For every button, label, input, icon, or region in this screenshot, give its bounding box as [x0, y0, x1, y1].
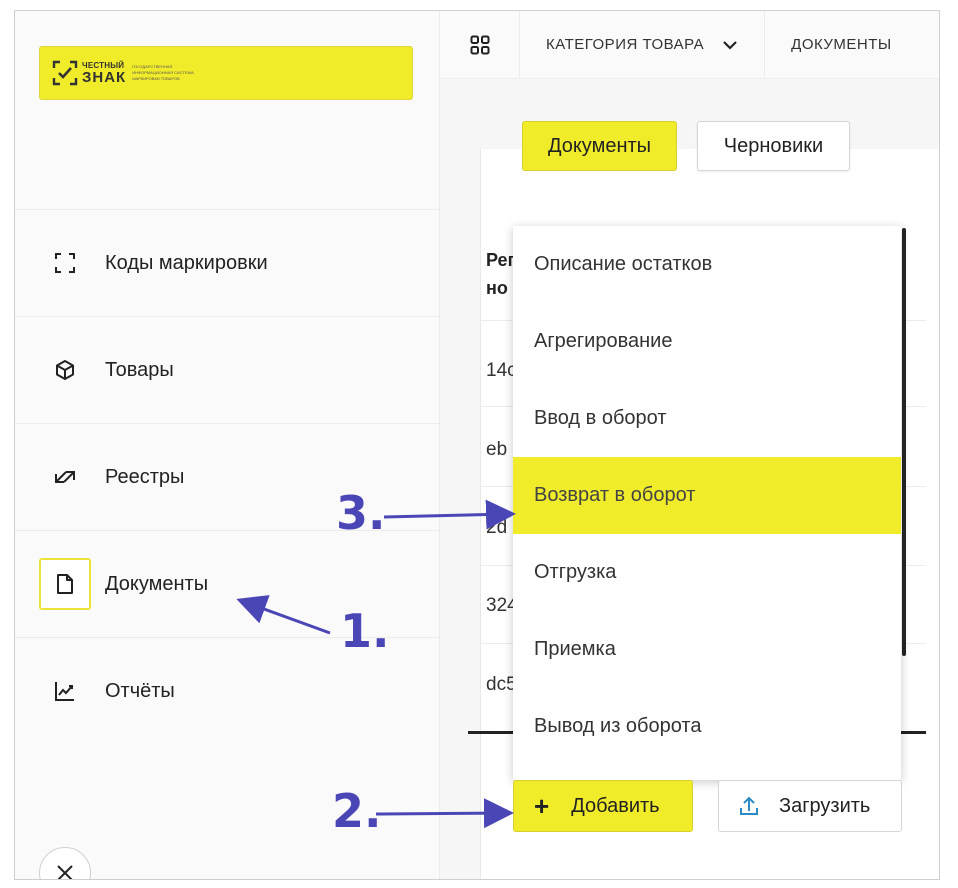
- logo[interactable]: ЧЕСТНЫЙ ЗНАК ГОСУДАРСТВЕННАЯ ИНФОРМАЦИОН…: [39, 46, 413, 100]
- table-header-line: но: [486, 278, 508, 298]
- upload-icon: [740, 796, 758, 815]
- add-document-menu: Описание остатков Агрегирование Ввод в о…: [513, 226, 901, 780]
- menu-item-introduce-circulation[interactable]: Ввод в оборот: [513, 380, 901, 457]
- tab-documents[interactable]: ДОКУМЕНТЫ: [765, 11, 918, 78]
- tab-drafts-button[interactable]: Черновики: [697, 121, 850, 171]
- logo-text: ЧЕСТНЫЙ ЗНАК: [82, 61, 127, 86]
- upload-button[interactable]: Загрузить: [718, 780, 902, 832]
- chevron-down-icon: [723, 40, 737, 50]
- table-header-line: Рег: [486, 250, 516, 270]
- logo-tagline-line: ИНФОРМАЦИОННАЯ СИСТЕМА: [132, 70, 194, 75]
- scan-frame-icon: [39, 237, 91, 289]
- document-icon: [39, 558, 91, 610]
- add-button-label: Добавить: [571, 794, 660, 817]
- menu-item-remains-description[interactable]: Описание остатков: [513, 226, 901, 303]
- sidebar-item-label: Документы: [105, 572, 209, 595]
- logo-brand-main: ЗНАК: [82, 68, 127, 86]
- plus-icon: +: [534, 791, 550, 821]
- apps-grid-button[interactable]: [440, 11, 520, 78]
- top-bar: КАТЕГОРИЯ ТОВАРА ДОКУМЕНТЫ: [440, 11, 939, 79]
- add-button[interactable]: + Добавить: [513, 780, 693, 832]
- annotation-step-2: 2.: [332, 784, 382, 838]
- logo-tagline-line: ГОСУДАРСТВЕННАЯ: [132, 64, 173, 69]
- close-icon: [57, 865, 73, 879]
- table-row[interactable]: 2d: [486, 517, 507, 539]
- sidebar-item-label: Реестры: [105, 465, 185, 488]
- upload-button-label: Загрузить: [779, 794, 871, 817]
- sidebar-item-marking-codes[interactable]: Коды маркировки: [15, 209, 440, 316]
- menu-item-acceptance[interactable]: Приемка: [513, 611, 901, 688]
- sidebar-item-label: Отчёты: [105, 679, 175, 702]
- tab-documents-button[interactable]: Документы: [522, 121, 677, 171]
- box-icon: [39, 344, 91, 396]
- table-header: Рег но: [486, 246, 515, 302]
- logo-check-icon: [52, 60, 78, 86]
- category-label: КАТЕГОРИЯ ТОВАРА: [546, 36, 705, 53]
- menu-item-return-circulation[interactable]: Возврат в оборот: [513, 457, 901, 534]
- sidebar: ЧЕСТНЫЙ ЗНАК ГОСУДАРСТВЕННАЯ ИНФОРМАЦИОН…: [15, 11, 440, 879]
- grid-icon: [470, 35, 489, 54]
- annotation-step-1: 1.: [340, 604, 390, 658]
- chart-icon: [39, 665, 91, 717]
- sidebar-nav: Коды маркировки Товары Реестры Документы: [15, 209, 440, 744]
- sidebar-item-goods[interactable]: Товары: [15, 316, 440, 423]
- close-button[interactable]: [39, 847, 91, 879]
- logo-tagline-line: МАРКИРОВКИ ТОВАРОВ: [132, 76, 180, 81]
- table-row[interactable]: eb: [486, 439, 507, 461]
- sidebar-item-label: Товары: [105, 358, 174, 381]
- annotation-step-3: 3.: [336, 486, 386, 540]
- sidebar-item-label: Коды маркировки: [105, 251, 268, 274]
- menu-item-shipment[interactable]: Отгрузка: [513, 534, 901, 611]
- logo-tagline: ГОСУДАРСТВЕННАЯ ИНФОРМАЦИОННАЯ СИСТЕМА М…: [132, 65, 194, 81]
- menu-scrollbar[interactable]: [902, 228, 906, 656]
- category-dropdown[interactable]: КАТЕГОРИЯ ТОВАРА: [520, 11, 766, 78]
- tab-documents-label: ДОКУМЕНТЫ: [791, 36, 892, 53]
- menu-item-aggregation[interactable]: Агрегирование: [513, 303, 901, 380]
- swap-arrows-icon: [39, 451, 91, 503]
- menu-item-withdraw-circulation[interactable]: Вывод из оборота: [513, 688, 901, 765]
